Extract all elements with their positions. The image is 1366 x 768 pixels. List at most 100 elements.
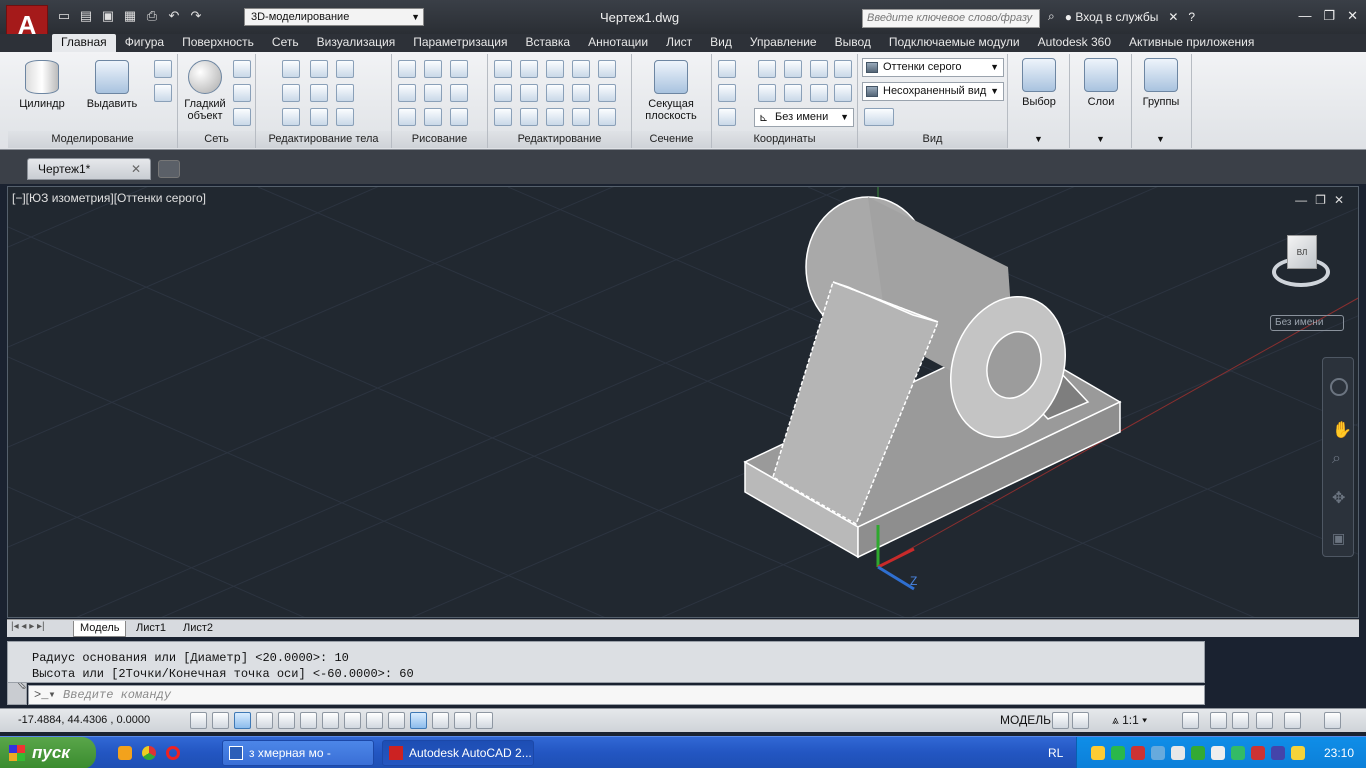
transparency-icon[interactable] (432, 712, 449, 729)
showmotion-icon[interactable]: ▣ (1332, 530, 1345, 547)
close-icon[interactable]: ✕ (1334, 193, 1344, 207)
move-gizmo-icon[interactable] (546, 60, 564, 78)
layout-tab-sheet2[interactable]: Лист2 (177, 621, 219, 637)
restore-icon[interactable]: ❐ (1323, 8, 1335, 24)
polyline-icon[interactable] (398, 60, 416, 78)
saved-view-dropdown[interactable]: Несохраненный вид ▼ (862, 82, 1004, 101)
ribbon-tab[interactable]: Визуализация (308, 34, 405, 52)
polar-tracking-icon[interactable] (278, 712, 295, 729)
help-icon[interactable]: ? (1188, 10, 1195, 24)
grid-display-icon[interactable] (234, 712, 251, 729)
ucs-view-dropdown[interactable]: Без имени (1270, 315, 1344, 331)
copy-icon[interactable] (546, 108, 564, 126)
new-file-icon[interactable]: ▭ (56, 8, 72, 24)
chrome-icon[interactable] (142, 746, 156, 760)
ribbon-tab[interactable]: Главная (52, 34, 116, 52)
stretch-icon[interactable] (494, 84, 512, 102)
imprint-icon[interactable] (336, 84, 354, 102)
erase-icon[interactable] (494, 108, 512, 126)
mirror-icon[interactable] (572, 108, 590, 126)
3d-object-snap-icon[interactable] (322, 712, 339, 729)
ribbon-tab[interactable]: Лист (657, 34, 701, 52)
viewcube[interactable]: ВЛ (1270, 235, 1332, 297)
3d-mirror-icon[interactable] (520, 108, 538, 126)
ribbon-tab[interactable]: Вывод (826, 34, 880, 52)
annotation-visibility-icon[interactable] (1182, 712, 1199, 729)
layers-button[interactable]: Слои (1076, 58, 1126, 108)
fullscreen-icon[interactable] (1324, 712, 1341, 729)
tray-icon[interactable] (1151, 746, 1165, 760)
tray-icon[interactable] (1231, 746, 1245, 760)
object-snap-icon[interactable] (300, 712, 317, 729)
layout-nav-arrows[interactable]: |◂ ◂ ▸ ▸| (11, 621, 45, 632)
panel-title-mesh[interactable]: Сеть (178, 131, 255, 148)
separate-icon[interactable] (336, 108, 354, 126)
steering-wheel-icon[interactable] (1330, 378, 1348, 396)
model-space-button[interactable]: МОДЕЛЬ (998, 712, 1053, 730)
cylinder-button[interactable]: Цилиндр (16, 60, 68, 110)
ucs-origin-icon[interactable] (718, 84, 736, 102)
groups-button[interactable]: Группы (1136, 58, 1186, 108)
ucs-view-icon[interactable] (834, 60, 852, 78)
panel-title-section[interactable]: Сечение (632, 131, 711, 148)
ucs-y-icon[interactable] (784, 84, 802, 102)
rectangle-icon[interactable] (424, 108, 442, 126)
panel-title-modeling[interactable]: Моделирование (8, 131, 177, 148)
ribbon-tab[interactable]: Параметризация (404, 34, 516, 52)
trim-icon[interactable] (598, 60, 616, 78)
restore-icon[interactable]: ❐ (1315, 193, 1326, 207)
binoculars-icon[interactable]: ⌕ (1048, 9, 1055, 24)
ribbon-tab[interactable]: Аннотации (579, 34, 657, 52)
visual-style-dropdown[interactable]: Оттенки серого ▼ (862, 58, 1004, 77)
ucs-named-dropdown[interactable]: ⊾ Без имени ▼ (754, 108, 854, 127)
ucs-z-icon[interactable] (810, 84, 828, 102)
panel-title-coordinates[interactable]: Координаты (712, 131, 857, 148)
language-indicator[interactable]: RL (1048, 746, 1063, 760)
pan-hand-icon[interactable]: ✋ (1332, 420, 1352, 440)
rotate-icon[interactable] (546, 84, 564, 102)
clock[interactable]: 23:10 (1324, 746, 1354, 760)
minimize-icon[interactable]: — (1298, 8, 1311, 24)
extract-edges-icon[interactable] (336, 60, 354, 78)
chevron-down-icon[interactable]: ▼ (1156, 134, 1165, 144)
hardware-icon[interactable] (1256, 712, 1273, 729)
tray-icon[interactable] (1291, 746, 1305, 760)
ortho-mode-icon[interactable] (256, 712, 273, 729)
subtract-icon[interactable] (282, 84, 300, 102)
extrude-button[interactable]: Выдавить (80, 60, 144, 110)
tray-icon[interactable] (1171, 746, 1185, 760)
infer-constraints-icon[interactable] (190, 712, 207, 729)
ribbon-tab[interactable]: Сеть (263, 34, 308, 52)
spline-icon[interactable] (398, 84, 416, 102)
ribbon-tab[interactable]: Поверхность (173, 34, 263, 52)
drawing-viewport[interactable]: Z [−][ЮЗ изометрия][Оттенки серого] — ❐ … (7, 186, 1359, 618)
layout-tab-sheet1[interactable]: Лист1 (130, 621, 172, 637)
slice-icon[interactable] (310, 84, 328, 102)
print-icon[interactable]: ⎙ (144, 8, 160, 24)
undo-icon[interactable]: ↶ (166, 8, 182, 24)
close-icon[interactable]: ✕ (1347, 8, 1358, 24)
ribbon-tab[interactable]: Вставка (517, 34, 580, 52)
ucs-icon[interactable] (718, 60, 736, 78)
panel-title-draw[interactable]: Рисование (392, 131, 487, 148)
ribbon-tab[interactable]: Подключаемые модули (880, 34, 1029, 52)
3d-rotate-icon[interactable] (520, 84, 538, 102)
taskbar-word-window[interactable]: з хмерная мо - Micro... (222, 740, 374, 766)
offset-icon[interactable] (494, 60, 512, 78)
tray-icon[interactable] (1271, 746, 1285, 760)
presspull-icon[interactable] (154, 60, 172, 78)
ribbon-tab[interactable]: Вид (701, 34, 741, 52)
panel-title-view[interactable]: Вид (858, 131, 1007, 148)
object-snap-tracking-icon[interactable] (344, 712, 361, 729)
tray-icon[interactable] (1091, 746, 1105, 760)
mesh-refine-icon[interactable] (233, 108, 251, 126)
tray-icon[interactable] (1111, 746, 1125, 760)
dynamic-input-icon[interactable] (388, 712, 405, 729)
snap-mode-icon[interactable] (212, 712, 229, 729)
ucs-x-icon[interactable] (784, 60, 802, 78)
tray-icon[interactable] (1251, 746, 1265, 760)
section-plane-button[interactable]: Секущая плоскость (638, 60, 704, 122)
redo-icon[interactable]: ↷ (188, 8, 204, 24)
workspace-switch-icon[interactable] (1210, 712, 1227, 729)
mesh-smooth-less-icon[interactable] (233, 84, 251, 102)
